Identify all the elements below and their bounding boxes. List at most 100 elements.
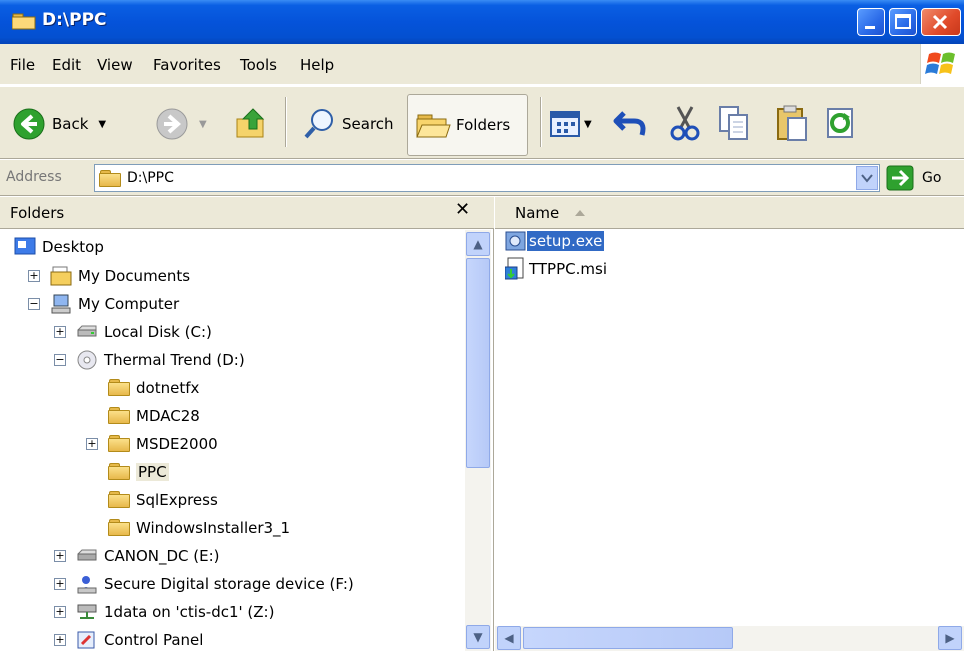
copy-button[interactable] xyxy=(718,105,750,141)
tree-item-windowsinstaller3-1[interactable]: WindowsInstaller3_1 xyxy=(108,515,290,541)
hard-drive-icon xyxy=(77,325,97,337)
chevron-down-icon xyxy=(861,174,873,183)
back-dropdown-icon[interactable]: ▼ xyxy=(98,119,106,130)
tree-item-msde2000[interactable]: MSDE2000 xyxy=(108,431,218,457)
column-name-label: Name xyxy=(515,204,560,222)
folders-toggle-button[interactable]: Folders xyxy=(407,94,528,156)
sd-card-icon xyxy=(77,576,97,594)
cut-icon xyxy=(670,106,700,141)
minimize-icon xyxy=(865,26,875,29)
files-horizontal-scrollbar[interactable]: ◀ ▶ xyxy=(495,626,964,651)
folders-pane: Folders ✕ Desktop + My Documents − My Co… xyxy=(0,197,494,651)
tree-item-my-documents[interactable]: My Documents xyxy=(50,263,190,289)
menu-favorites[interactable]: Favorites xyxy=(153,56,221,74)
address-label: Address xyxy=(6,169,62,185)
paste-button[interactable] xyxy=(776,104,808,142)
expand-network-drive-icon[interactable]: + xyxy=(54,606,66,618)
views-button[interactable]: ▼ xyxy=(550,109,592,139)
toolbar-separator xyxy=(285,97,287,147)
go-button[interactable]: Go xyxy=(886,165,941,191)
my-documents-icon xyxy=(50,266,72,286)
address-dropdown-button[interactable] xyxy=(856,166,878,190)
collapse-thermal-trend-icon[interactable]: − xyxy=(54,354,66,366)
scrollbar-thumb[interactable] xyxy=(466,258,490,468)
paste-icon xyxy=(777,105,807,141)
setup-exe-icon xyxy=(505,231,526,251)
expand-msde2000-icon[interactable]: + xyxy=(86,438,98,450)
scroll-right-button[interactable]: ▶ xyxy=(938,626,962,650)
scroll-down-button[interactable]: ▼ xyxy=(466,625,490,649)
menu-bar: File Edit View Favorites Tools Help xyxy=(0,44,964,85)
address-value: D:\PPC xyxy=(127,170,174,186)
file-item-setup-exe[interactable]: setup.exe xyxy=(505,229,605,253)
forward-button[interactable]: ▼ xyxy=(155,107,207,141)
network-drive-icon xyxy=(77,604,97,619)
tree-item-dotnetfx[interactable]: dotnetfx xyxy=(108,375,199,401)
expand-secure-digital-icon[interactable]: + xyxy=(54,578,66,590)
menu-help[interactable]: Help xyxy=(300,56,334,74)
menu-view[interactable]: View xyxy=(97,56,133,74)
title-bar[interactable]: D:\PPC xyxy=(0,0,964,44)
search-button[interactable]: Search xyxy=(302,107,394,141)
folder-icon xyxy=(108,518,130,538)
minimize-button[interactable] xyxy=(857,8,885,36)
close-pane-icon[interactable]: ✕ xyxy=(455,199,470,220)
horizontal-scrollbar-thumb[interactable] xyxy=(523,627,733,649)
folder-icon xyxy=(108,406,130,426)
go-arrow-icon xyxy=(886,165,914,191)
cut-button[interactable] xyxy=(670,105,700,141)
column-header-name[interactable]: Name xyxy=(495,197,964,229)
back-arrow-icon xyxy=(13,108,45,140)
tree-item-desktop[interactable]: Desktop xyxy=(14,234,104,260)
refresh-icon xyxy=(827,108,853,138)
tree-item-mdac28[interactable]: MDAC28 xyxy=(108,403,200,429)
desktop-icon xyxy=(14,237,36,255)
folders-icon xyxy=(416,114,451,138)
expand-my-documents-icon[interactable]: + xyxy=(28,270,40,282)
back-button[interactable]: Back ▼ xyxy=(12,107,106,141)
undo-button[interactable] xyxy=(612,107,650,139)
tree-item-sqlexpress[interactable]: SqlExpress xyxy=(108,487,218,513)
close-icon xyxy=(932,14,948,30)
tree-item-my-computer[interactable]: My Computer xyxy=(50,291,179,317)
removable-drive-icon xyxy=(77,549,97,561)
refresh-button[interactable] xyxy=(826,107,856,139)
up-folder-button[interactable] xyxy=(235,105,269,141)
close-button[interactable] xyxy=(921,8,961,36)
views-icon xyxy=(550,111,580,137)
tree-item-canon-dc[interactable]: CANON_DC (E:) xyxy=(76,543,220,569)
forward-dropdown-icon[interactable]: ▼ xyxy=(199,119,207,130)
up-folder-icon xyxy=(236,108,265,138)
tree-item-thermal-trend[interactable]: Thermal Trend (D:) xyxy=(76,347,245,373)
expand-control-panel-icon[interactable]: + xyxy=(54,634,66,646)
folders-vertical-scrollbar[interactable]: ▲ ▼ xyxy=(465,230,491,651)
folders-pane-header: Folders ✕ xyxy=(0,197,494,229)
menu-edit[interactable]: Edit xyxy=(52,56,81,74)
expand-local-disk-icon[interactable]: + xyxy=(54,326,66,338)
file-item-ttppc-msi[interactable]: TTPPC.msi xyxy=(505,257,609,281)
tree-item-local-disk[interactable]: Local Disk (C:) xyxy=(76,319,212,345)
menu-tools[interactable]: Tools xyxy=(240,56,277,74)
maximize-button[interactable] xyxy=(889,8,917,36)
copy-icon xyxy=(719,106,748,140)
windows-flag-icon xyxy=(925,52,955,74)
forward-arrow-icon xyxy=(156,108,188,140)
windows-logo xyxy=(920,44,964,84)
tree-item-network-drive[interactable]: 1data on 'ctis-dc1' (Z:) xyxy=(76,599,274,625)
tree-item-control-panel[interactable]: Control Panel xyxy=(76,627,203,651)
collapse-my-computer-icon[interactable]: − xyxy=(28,298,40,310)
menu-file[interactable]: File xyxy=(10,56,35,74)
msi-installer-icon xyxy=(505,257,524,280)
expand-canon-dc-icon[interactable]: + xyxy=(54,550,66,562)
views-dropdown-icon[interactable]: ▼ xyxy=(584,119,592,130)
address-bar: Address D:\PPC Go xyxy=(0,160,964,196)
sort-ascending-icon xyxy=(575,210,585,216)
tree-item-secure-digital[interactable]: Secure Digital storage device (F:) xyxy=(76,571,354,597)
folder-icon xyxy=(108,490,130,510)
address-field[interactable]: D:\PPC xyxy=(94,164,880,192)
folder-icon xyxy=(99,169,121,187)
scroll-left-button[interactable]: ◀ xyxy=(497,626,521,650)
folder-icon xyxy=(108,434,130,454)
tree-item-ppc[interactable]: PPC xyxy=(108,459,169,485)
scroll-up-button[interactable]: ▲ xyxy=(466,232,490,256)
